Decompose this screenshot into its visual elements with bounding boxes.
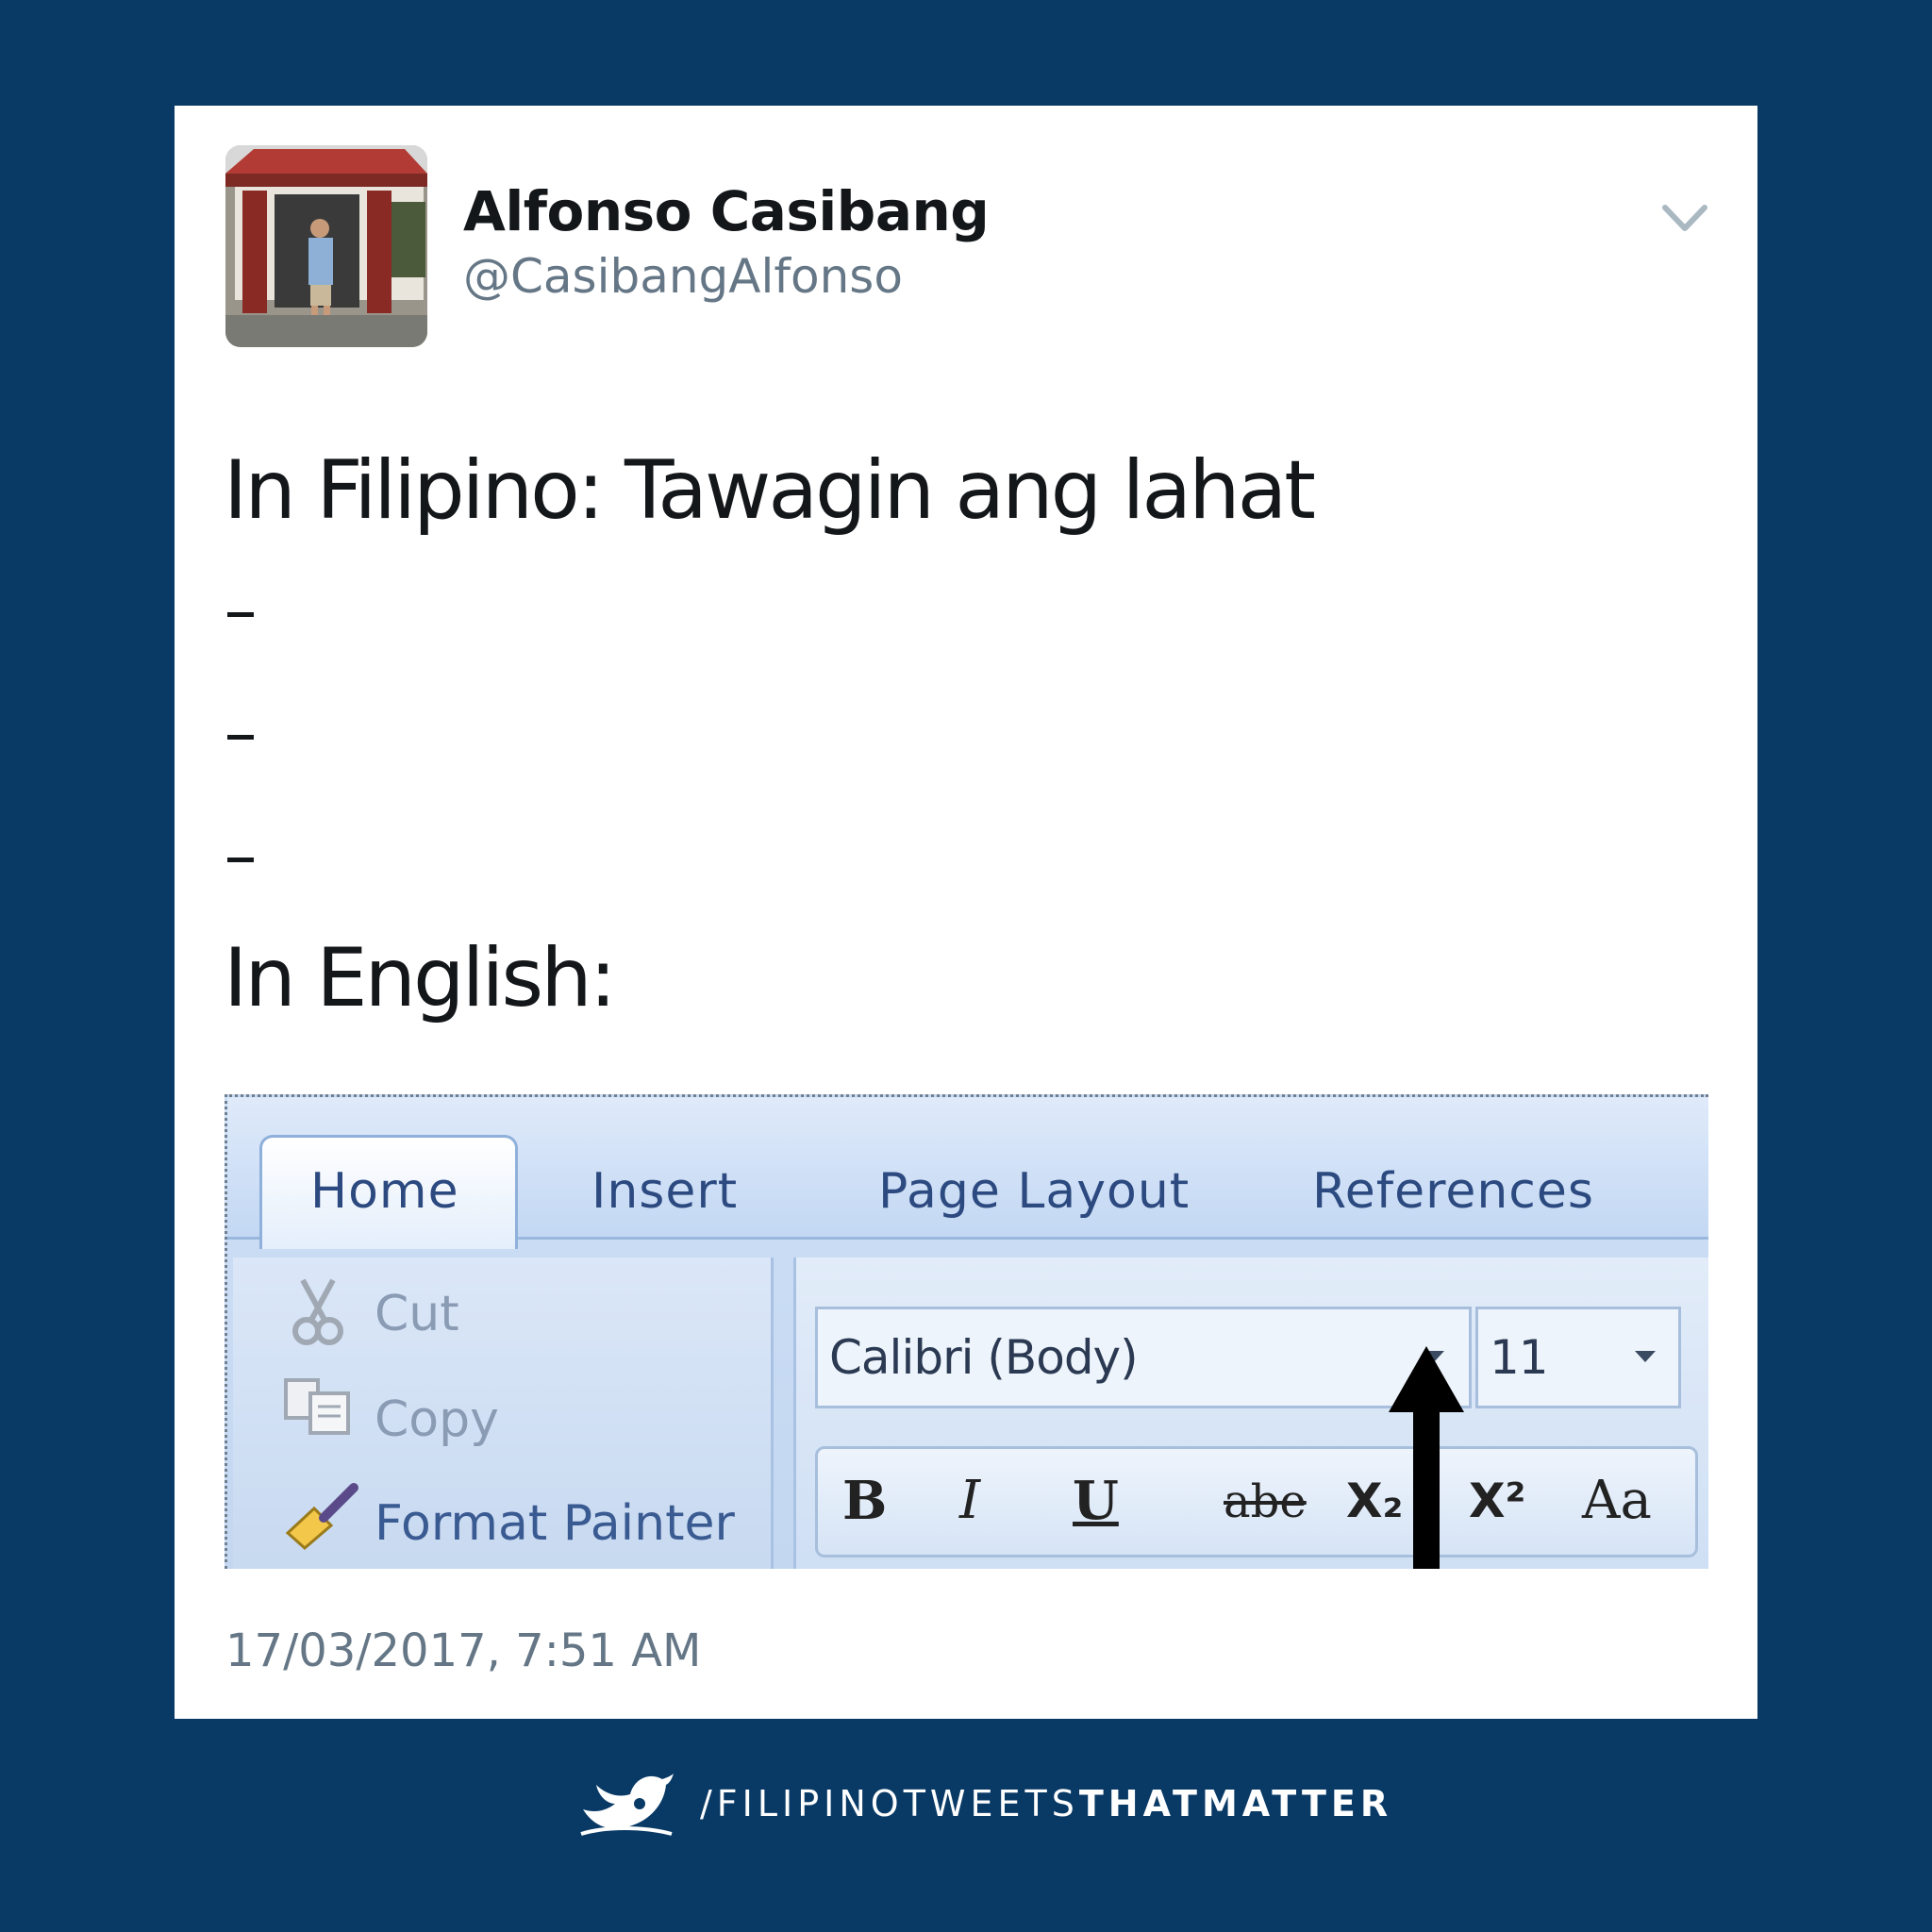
tab-home: Home <box>310 1163 459 1220</box>
strikethrough-button: abe <box>1224 1475 1307 1528</box>
font-size-box: 11 <box>1475 1307 1681 1408</box>
clipboard-group: Cut Copy Format Painter <box>233 1257 774 1569</box>
change-case-button: Aa <box>1582 1470 1652 1531</box>
dash-2 <box>227 735 254 740</box>
italic-button: I <box>959 1470 981 1531</box>
word-ribbon-screenshot: Home Insert Page Layout References Cut C… <box>225 1094 1708 1569</box>
footer-bold: THATMATTER <box>1078 1783 1393 1824</box>
font-name-value: Calibri (Body) <box>829 1330 1139 1385</box>
format-painter-label: Format Painter <box>375 1495 735 1552</box>
tab-page-layout: Page Layout <box>878 1163 1191 1220</box>
tab-references: References <box>1312 1163 1594 1220</box>
chevron-down-icon[interactable] <box>1661 200 1708 238</box>
font-size-value: 11 <box>1490 1330 1549 1385</box>
format-button-bar: B I U abe X₂ X² Aa <box>815 1446 1698 1557</box>
copy-icon <box>282 1376 354 1441</box>
size-dropdown-arrow-icon <box>1633 1349 1657 1369</box>
footer-prefix: /FILIPINOTWEETS <box>700 1783 1079 1824</box>
tweet-timestamp[interactable]: 17/03/2017, 7:51 AM <box>225 1624 701 1677</box>
user-handle[interactable]: @CasibangAlfonso <box>463 249 903 304</box>
dash-3 <box>227 858 254 862</box>
font-name-box: Calibri (Body) <box>815 1307 1472 1408</box>
cut-label: Cut <box>375 1286 459 1342</box>
scissors-icon <box>290 1276 346 1353</box>
tweet-text-line-2: In English: <box>224 931 617 1025</box>
copy-label: Copy <box>375 1391 499 1448</box>
tab-insert: Insert <box>591 1163 739 1220</box>
dash-1 <box>227 612 254 617</box>
tweet-text-line-1: In Filipino: Tawagin ang lahat <box>224 443 1316 538</box>
arrow-up-icon <box>1387 1346 1466 1569</box>
avatar[interactable] <box>225 145 427 347</box>
bird-logo-icon <box>577 1766 675 1846</box>
ribbon-tab-bar: Home Insert Page Layout References <box>227 1097 1708 1249</box>
superscript-button: X² <box>1469 1474 1526 1528</box>
format-painter-icon <box>282 1480 361 1557</box>
display-name[interactable]: Alfonso Casibang <box>463 179 990 243</box>
footer-brand: /FILIPINOTWEETSTHATMATTER <box>577 1766 1388 1841</box>
tweet-card: Alfonso Casibang @CasibangAlfonso In Fil… <box>175 106 1757 1719</box>
font-group: Calibri (Body) 11 B I U abe X₂ X² Aa <box>793 1257 1708 1569</box>
underline-button: U <box>1073 1470 1119 1532</box>
bold-button: B <box>842 1470 888 1532</box>
footer-brand-text: /FILIPINOTWEETSTHATMATTER <box>700 1783 1392 1824</box>
